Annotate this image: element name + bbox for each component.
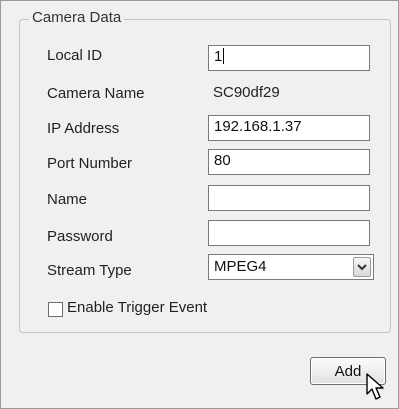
ip-address-value: 192.168.1.37 [214,118,302,135]
chevron-down-icon [357,264,367,271]
password-field[interactable] [208,220,370,246]
port-number-field[interactable]: 80 [208,149,370,175]
stream-type-select[interactable]: MPEG4 [208,254,374,280]
local-id-value: 1 [214,48,223,65]
stream-type-label: Stream Type [47,262,132,279]
local-id-label: Local ID [47,47,103,64]
group-title: Camera Data [29,9,125,26]
enable-trigger-checkbox[interactable] [48,302,63,317]
ip-address-field[interactable]: 192.168.1.37 [208,115,370,141]
name-label: Name [47,191,88,208]
enable-trigger-label[interactable]: Enable Trigger Event [67,299,207,316]
local-id-field[interactable]: 1 [208,45,370,71]
port-number-value: 80 [214,152,231,169]
mouse-pointer-icon [366,373,384,400]
port-number-label: Port Number [47,155,133,172]
camera-name-value: SC90df29 [213,84,280,101]
name-field[interactable] [208,185,370,211]
dropdown-button[interactable] [353,257,371,277]
text-caret [223,48,225,64]
ip-address-label: IP Address [47,120,120,137]
camera-name-label: Camera Name [47,85,145,102]
stream-type-value: MPEG4 [214,258,267,275]
password-label: Password [47,228,113,245]
